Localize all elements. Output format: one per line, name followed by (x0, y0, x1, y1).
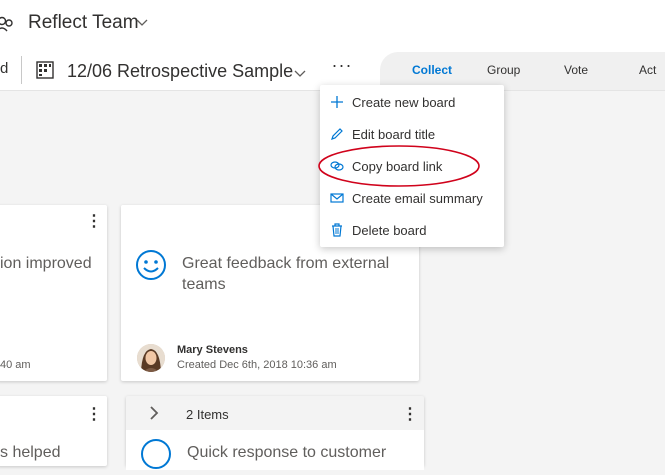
menu-item-copy-board-link[interactable]: Copy board link (320, 150, 504, 182)
card-menu-button[interactable]: ⋮ (86, 407, 102, 423)
header: Reflect Team d 12/06 Retrospective Sampl… (0, 0, 665, 91)
mail-icon (329, 190, 345, 206)
menu-item-delete-board[interactable]: Delete board (320, 214, 504, 246)
previous-breadcrumb[interactable]: d (0, 60, 8, 77)
menu-item-label: Copy board link (352, 159, 443, 174)
board-options-menu: Create new board Edit board title Copy b… (320, 85, 504, 247)
avatar (137, 344, 165, 372)
feedback-card[interactable]: ⋮ s helped (0, 396, 107, 466)
card-text: s helped (0, 444, 61, 461)
phase-tab-act[interactable]: Act (639, 63, 656, 77)
menu-item-label: Edit board title (352, 127, 436, 142)
feedback-card[interactable]: ⋮ ion improved 40 am (0, 205, 107, 381)
card-text: Quick response to customer (187, 444, 387, 461)
phase-tab-vote[interactable]: Vote (564, 63, 588, 77)
smiley-icon (140, 438, 172, 475)
pencil-icon (329, 126, 345, 142)
group-card[interactable]: 2 Items ⋮ Quick response to customer (126, 396, 424, 470)
chevron-down-icon[interactable] (136, 15, 148, 33)
menu-item-label: Create email summary (352, 191, 483, 206)
smiley-icon (135, 249, 167, 286)
menu-item-label: Delete board (352, 223, 427, 238)
card-created: Created Dec 6th, 2018 10:36 am (177, 359, 337, 371)
phase-tab-collect[interactable]: Collect (412, 63, 452, 77)
card-menu-button[interactable]: ⋮ (402, 407, 418, 423)
breadcrumb-divider (21, 56, 22, 84)
more-options-button[interactable]: ··· (330, 56, 354, 80)
menu-item-create-email-summary[interactable]: Create email summary (320, 182, 504, 214)
team-icon (0, 15, 16, 40)
chevron-right-icon[interactable] (149, 406, 159, 425)
card-menu-button[interactable]: ⋮ (86, 214, 102, 230)
chevron-down-icon[interactable] (294, 66, 306, 84)
card-text: ion improved (0, 255, 92, 272)
author-name: Mary Stevens (177, 344, 248, 356)
menu-item-edit-board-title[interactable]: Edit board title (320, 118, 504, 150)
team-name[interactable]: Reflect Team (28, 12, 139, 34)
group-item-count: 2 Items (186, 407, 229, 422)
link-icon (329, 158, 345, 174)
group-inner-card[interactable]: Quick response to customer (126, 430, 424, 470)
phase-tab-group[interactable]: Group (487, 63, 520, 77)
card-created: 40 am (0, 359, 31, 371)
menu-item-create-new-board[interactable]: Create new board (320, 86, 504, 118)
board-title[interactable]: 12/06 Retrospective Sample (67, 61, 293, 82)
board-icon (36, 61, 54, 84)
card-text: Great feedback from external teams (182, 255, 390, 293)
plus-icon (329, 94, 345, 110)
menu-item-label: Create new board (352, 95, 456, 110)
trash-icon (329, 222, 345, 238)
